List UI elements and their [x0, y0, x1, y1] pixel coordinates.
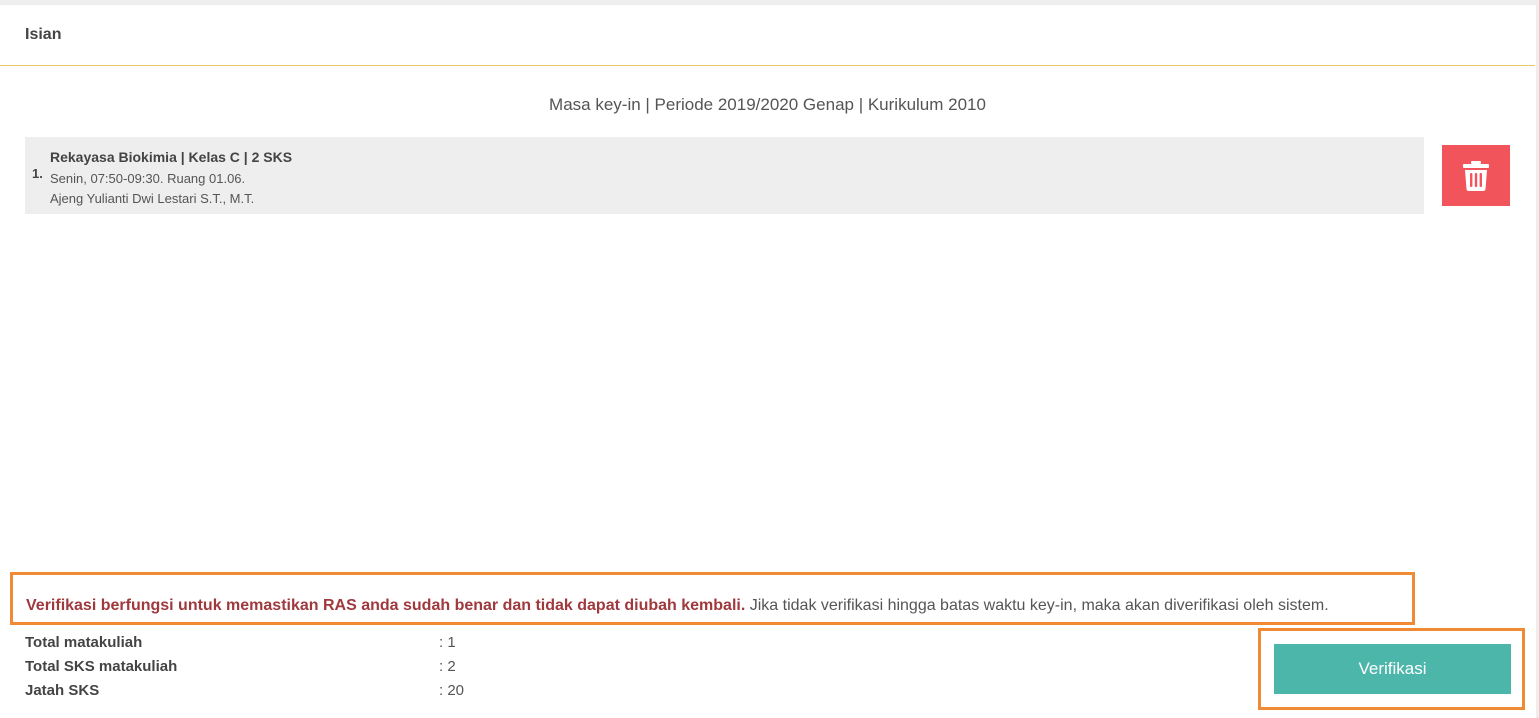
course-item: 1. Rekayasa Biokimia | Kelas C | 2 SKS S… — [25, 137, 1424, 214]
course-title: Rekayasa Biokimia | Kelas C | 2 SKS — [50, 149, 293, 165]
summary-value: : 20 — [439, 682, 465, 699]
panel-title: Isian — [25, 26, 62, 43]
notice-detail: Jika tidak verifikasi hingga batas waktu… — [745, 597, 1329, 614]
course-schedule: Senin, 07:50-09:30. Ruang 01.06. — [50, 171, 246, 186]
notice-text: Verifikasi berfungsi untuk memastikan RA… — [26, 597, 1329, 615]
summary-label: Total matakuliah — [25, 634, 143, 651]
course-lecturer: Ajeng Yulianti Dwi Lestari S.T., M.T. — [50, 191, 255, 206]
period-info: Masa key-in | Periode 2019/2020 Genap | … — [549, 95, 986, 114]
page: Isian Masa key-in | Periode 2019/2020 Ge… — [0, 0, 1539, 718]
verification-notice: Verifikasi berfungsi untuk memastikan RA… — [10, 572, 1415, 625]
summary-label: Jatah SKS — [25, 682, 100, 699]
trash-icon — [1463, 160, 1489, 191]
notice-warning: Verifikasi berfungsi untuk memastikan RA… — [26, 597, 746, 614]
delete-course-button[interactable] — [1442, 145, 1510, 206]
panel-header: Isian — [0, 5, 1535, 66]
summary-label: Total SKS matakuliah — [25, 658, 178, 675]
summary-value: : 2 — [439, 658, 456, 675]
course-number: 1. — [32, 166, 43, 181]
verify-button[interactable]: Verifikasi — [1274, 644, 1511, 694]
summary-value: : 1 — [439, 634, 456, 651]
